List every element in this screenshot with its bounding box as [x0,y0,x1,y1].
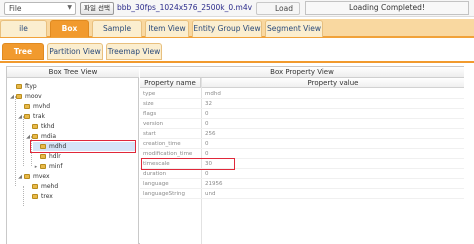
sub-tab-strip: Tree View Partition View Treemap View [0,40,474,72]
folder-icon [32,134,38,139]
property-name: languageString [143,191,186,197]
folder-icon [24,114,30,119]
table-row: type mdhd [140,90,464,99]
table-row: size 32 [140,100,464,109]
highlight-box-timescale [141,158,235,170]
highlight-box-mdhd [30,140,136,153]
expand-toggle-icon[interactable]: ◢ [9,93,15,102]
file-icon [32,184,38,189]
tree-node[interactable]: ftyp [9,82,37,91]
table-row: languageString und [140,190,464,199]
tree-node[interactable]: ◢ moov [9,92,42,101]
tree-node-label: mehd [41,183,59,190]
tree-node-label: trex [41,193,53,200]
tree-node-label: trak [33,113,45,120]
property-value: mdhd [205,91,221,97]
property-name: version [143,121,164,127]
progress-status-text: Loading Completed! [349,3,425,12]
property-value: und [205,191,216,197]
tree-node[interactable]: trex [25,192,53,201]
property-value: 0 [205,121,209,127]
expand-toggle-icon[interactable]: ▸ [33,163,39,172]
top-toolbar: File ▼ 파일 선택 bbb_30fps_1024x576_2500k_0.… [0,0,474,17]
sub-tab-underline [0,61,474,63]
tree-node-label: moov [25,93,42,100]
tree-node-label: mdia [41,133,56,140]
table-row: duration 0 [140,170,464,179]
tree-node[interactable]: mehd [25,182,58,191]
property-name: flags [143,111,157,117]
property-name: creation_time [143,141,181,147]
expand-toggle-icon[interactable]: ◢ [17,113,23,122]
property-table: Property name Property value type mdhd si… [140,78,464,244]
table-row: flags 0 [140,110,464,119]
file-icon [32,124,38,129]
tab-entity-group-view[interactable]: Entity Group View [192,20,262,37]
property-value: 21956 [205,181,223,187]
property-name: type [143,91,156,97]
property-value: 32 [205,101,212,107]
tab-segment-view[interactable]: Segment View [265,20,323,37]
tab-box-view[interactable]: Box View [50,20,89,49]
selected-file-name: bbb_30fps_1024x576_2500k_0.m4v [117,3,253,12]
box-property-view-title: Box Property View [140,67,464,78]
table-row: start 256 [140,130,464,139]
file-icon [16,84,22,89]
property-name: start [143,131,156,137]
folder-icon [40,164,46,169]
tree-node-label: mvex [33,173,50,180]
property-value: 0 [205,111,209,117]
chevron-down-icon: ▼ [67,4,72,11]
load-progress-bar: Loading Completed! [305,1,469,15]
tab-partition-view[interactable]: Partition View [47,43,103,60]
tree-node[interactable]: hdlr [33,152,61,161]
tree-node[interactable]: mvhd [17,102,50,111]
property-name: size [143,101,154,107]
folder-icon [24,174,30,179]
tree-guide-line [15,96,16,186]
tab-item-view[interactable]: Item View [145,20,189,37]
folder-icon [16,94,22,99]
tab-file-overview[interactable]: ile Overview [0,20,47,49]
tree-node-label: minf [49,163,63,170]
tree-node[interactable]: tkhd [25,122,54,131]
tab-sample-view[interactable]: Sample View [92,20,142,49]
table-row: creation_time 0 [140,140,464,149]
column-header-property-name[interactable]: Property name [140,78,201,88]
tab-treemap-view[interactable]: Treemap View [106,43,162,60]
tree-node-label: ftyp [25,83,37,90]
tree-node-label: tkhd [41,123,55,130]
property-value: 256 [205,131,216,137]
tree-node-label: mvhd [33,103,51,110]
box-view-panels: Box Tree View Box Property View ftyp ◢ mo… [6,66,464,244]
tree-node[interactable]: ◢ trak [17,112,45,121]
file-icon [24,104,30,109]
table-row: language 21956 [140,180,464,189]
table-row: version 0 [140,120,464,129]
tree-guide-line [23,116,24,166]
choose-file-button[interactable]: 파일 선택 [80,2,114,15]
column-header-property-value[interactable]: Property value [202,78,464,88]
property-name: language [143,181,169,187]
property-value: 0 [205,141,209,147]
tree-guide-line [23,186,24,206]
tree-node[interactable]: ◢ mvex [17,172,50,182]
box-tree[interactable]: ftyp ◢ moov mvhd ◢ trak tkhd ◢ mdia mdhd hd… [7,78,139,244]
file-icon [40,154,46,159]
file-dropdown-label: File [9,4,22,13]
tree-node-label: hdlr [49,153,61,160]
load-button[interactable]: Load [256,2,300,15]
tab-tree-view[interactable]: Tree View [2,43,44,72]
tree-node[interactable]: ▸ minf [33,162,63,172]
file-dropdown[interactable]: File ▼ [4,2,76,15]
property-name: duration [143,171,167,177]
property-value: 0 [205,171,209,177]
box-tree-view-title: Box Tree View [7,67,139,78]
file-icon [32,194,38,199]
main-tab-strip: ile Overview Box View Sample View Item V… [0,19,474,49]
expand-toggle-icon[interactable]: ◢ [17,173,23,182]
